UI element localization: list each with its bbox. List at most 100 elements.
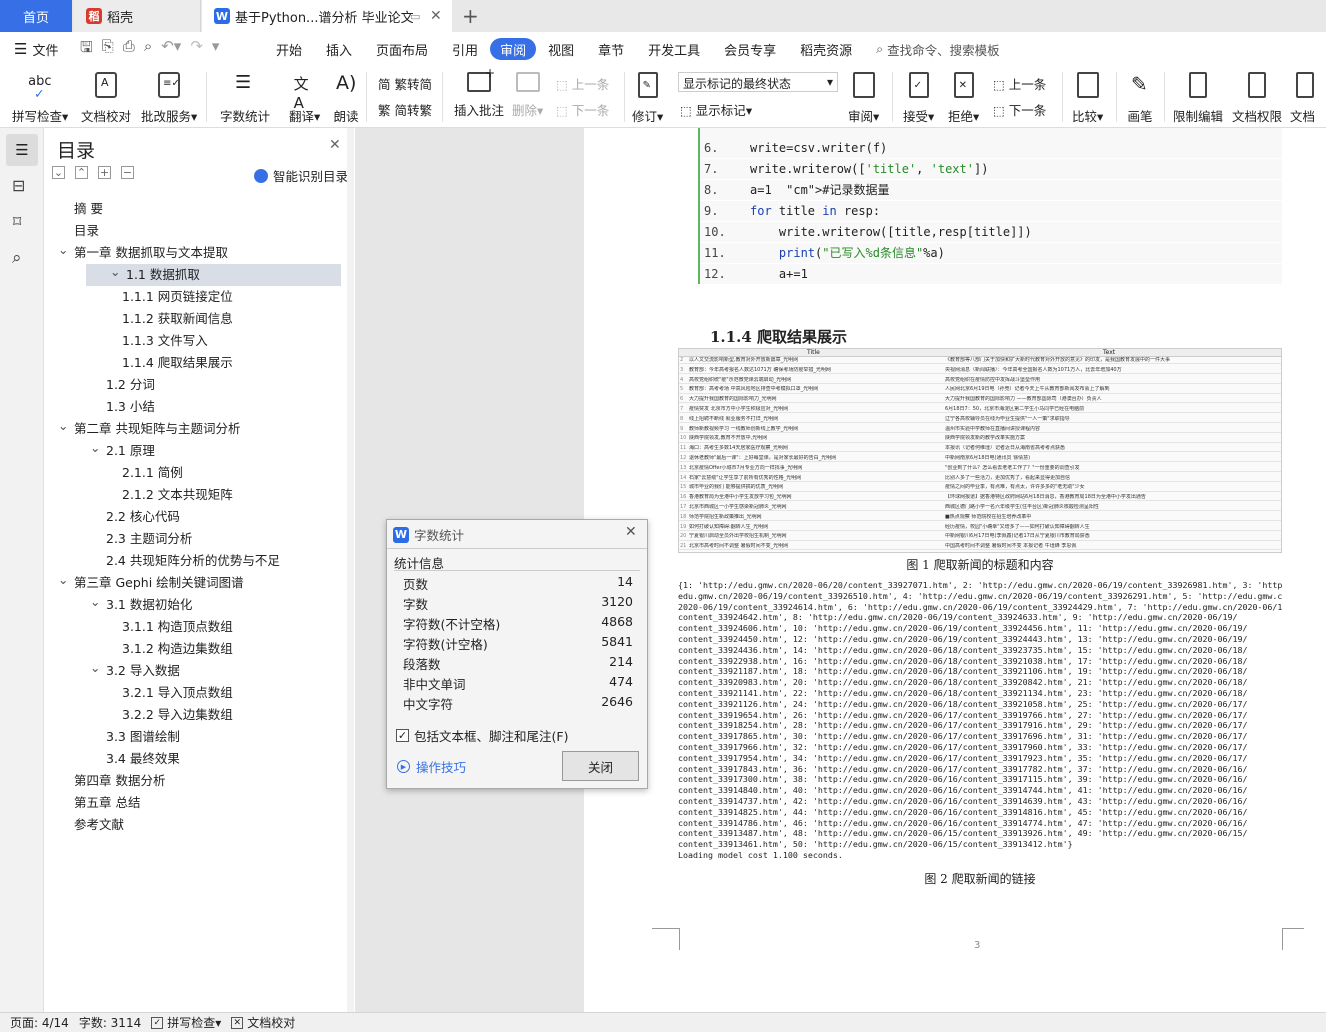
menu-tab[interactable]: 会员专享 — [712, 38, 788, 60]
close-button[interactable]: 关闭 — [562, 751, 639, 781]
toc-item[interactable]: 1.2 分词 — [86, 374, 346, 396]
tab-home[interactable]: 首页 — [0, 0, 72, 32]
redo-icon[interactable]: ↷ — [190, 37, 203, 62]
spell-check-button[interactable]: abc ✓ 拼写检查▾ — [12, 72, 68, 125]
next-comment-button[interactable]: ⬚ 下一条 — [556, 100, 609, 119]
tab-document[interactable]: W 基于Python...谱分析 毕业论文 ▭ ✕ — [202, 0, 452, 32]
add-entry-icon[interactable]: + — [98, 166, 111, 179]
translate-button[interactable]: 文A 翻译▾ — [289, 72, 320, 125]
close-tab-icon[interactable]: ✕ — [430, 8, 442, 24]
toc-item[interactable]: 目录 — [54, 220, 314, 242]
doc-proof-button[interactable]: A 文档校对 — [81, 72, 131, 125]
chevron-down-icon[interactable]: ⌄ — [58, 569, 68, 591]
toc-item[interactable]: 3.1.1 构造顶点数组 — [102, 616, 362, 638]
close-icon[interactable]: ✕ — [329, 137, 341, 153]
tips-link[interactable]: ▶ 操作技巧 — [397, 757, 466, 776]
menu-tab[interactable]: 章节 — [586, 38, 636, 60]
prev-comment-button[interactable]: ⬚ 上一条 — [556, 74, 609, 93]
toc-item[interactable]: ⌄ 3.1 数据初始化 — [86, 594, 346, 616]
bookmark-icon[interactable]: ⌑ — [13, 212, 21, 231]
toc-item[interactable]: 2.4 共现矩阵分析的优势与不足 — [86, 550, 346, 572]
menu-tab[interactable]: 稻壳资源 — [788, 38, 864, 60]
collapse-all-icon[interactable]: ⌄ — [52, 166, 65, 179]
read-aloud-button[interactable]: A) 朗读 — [333, 72, 359, 125]
insert-comment-button[interactable]: + 插入批注 — [454, 66, 504, 119]
file-menu[interactable]: ☰ 文件 — [0, 40, 74, 59]
toc-item[interactable]: ⌄ 第一章 数据抓取与文本提取 — [54, 242, 314, 264]
toc-item[interactable]: 3.1.2 构造边集数组 — [102, 638, 362, 660]
spell-check-status[interactable]: ✓ 拼写检查 ▾ — [151, 1014, 221, 1031]
markup-state-select[interactable]: 显示标记的最终状态 ▾ — [678, 72, 838, 92]
menu-tab[interactable]: 视图 — [536, 38, 586, 60]
batch-service-button[interactable]: ≡✓ 批改服务▾ — [141, 72, 197, 125]
chevron-down-icon[interactable]: ⌄ — [58, 415, 68, 437]
print-icon[interactable]: ⎙ — [123, 37, 135, 62]
new-tab-icon[interactable]: + — [462, 0, 479, 32]
toc-item[interactable]: ⌄ 3.2 导入数据 — [86, 660, 346, 682]
tab-daoke[interactable]: 稻 稻壳 — [74, 0, 201, 32]
toc-item[interactable]: 1.1.3 文件写入 — [102, 330, 362, 352]
command-search[interactable]: ⌕ 查找命令、搜索模板 — [876, 40, 1000, 59]
delete-comment-button[interactable]: 删除▾ — [512, 72, 543, 119]
toc-item[interactable]: 第四章 数据分析 — [54, 770, 314, 792]
toc-item[interactable]: 第五章 总结 — [54, 792, 314, 814]
export-pdf-icon[interactable]: ⎘ — [102, 37, 114, 62]
toc-item[interactable]: 3.2.2 导入边集数组 — [102, 704, 362, 726]
toc-item[interactable]: 2.1.1 简例 — [102, 462, 362, 484]
page-indicator[interactable]: 页面: 4/14 — [10, 1014, 69, 1031]
expand-up-icon[interactable]: ⌃ — [75, 166, 88, 179]
toc-item[interactable]: ⌄ 1.1 数据抓取 — [86, 264, 341, 286]
toc-item[interactable]: 1.1.4 爬取结果展示 — [102, 352, 362, 374]
toc-item[interactable]: 2.3 主题词分析 — [86, 528, 346, 550]
toc-item[interactable]: 1.3 小结 — [86, 396, 346, 418]
accept-button[interactable]: ✓ 接受▾ — [903, 72, 934, 125]
revise-button[interactable]: ✎ 修订▾ — [632, 72, 663, 125]
toc-scrollbar[interactable] — [347, 128, 354, 1012]
toc-item[interactable]: 3.3 图谱绘制 — [86, 726, 346, 748]
chevron-down-icon[interactable]: ⌄ — [90, 437, 100, 459]
chevron-down-icon[interactable]: ⌄ — [58, 239, 68, 261]
print-preview-icon[interactable]: ⌕ — [144, 37, 152, 62]
include-textbox-checkbox[interactable]: ✓ 包括文本框、脚注和尾注(F) — [396, 726, 568, 745]
next-change-button[interactable]: ⬚ 下一条 — [993, 100, 1046, 119]
chevron-down-icon[interactable]: ⌄ — [110, 261, 120, 283]
menu-tab[interactable]: 页面布局 — [364, 38, 440, 60]
undo-icon[interactable]: ↶▾ — [161, 37, 181, 62]
menu-tab[interactable]: 开发工具 — [636, 38, 712, 60]
more-icon[interactable]: ▾ — [212, 37, 220, 62]
chevron-down-icon[interactable]: ⌄ — [90, 591, 100, 613]
smart-toc-button[interactable]: 智能识别目录 — [254, 166, 348, 185]
prev-change-button[interactable]: ⬚ 上一条 — [993, 74, 1046, 93]
find-icon[interactable]: ⌕ — [12, 248, 22, 268]
doc-proof-status[interactable]: ✕ 文档校对 — [231, 1014, 295, 1031]
dialog-close-icon[interactable]: ✕ — [625, 524, 637, 540]
toc-item[interactable]: 2.1.2 文本共现矩阵 — [102, 484, 362, 506]
remove-entry-icon[interactable]: − — [121, 166, 134, 179]
word-count-button[interactable]: ☰ 字数统计 — [220, 72, 270, 125]
toc-item[interactable]: 摘 要 — [54, 198, 314, 220]
trad-to-simp-button[interactable]: 简繁转简 — [378, 74, 432, 93]
menu-tab[interactable]: 开始 — [264, 38, 314, 60]
toc-item[interactable]: 参考文献 — [54, 814, 314, 836]
toc-item[interactable]: ⌄ 2.1 原理 — [86, 440, 346, 462]
toc-item[interactable]: 1.1.1 网页链接定位 — [102, 286, 362, 308]
chevron-down-icon[interactable]: ⌄ — [90, 657, 100, 679]
simp-to-trad-button[interactable]: 繁简转繁 — [378, 100, 432, 119]
menu-tab[interactable]: 审阅 — [490, 38, 537, 60]
pen-button[interactable]: ✎ 画笔 — [1127, 72, 1153, 125]
compare-button[interactable]: 比较▾ — [1072, 72, 1103, 125]
save-icon[interactable]: 🖫 — [80, 37, 93, 62]
show-markup-button[interactable]: ⬚ 显示标记▾ — [680, 100, 752, 119]
menu-tab[interactable]: 插入 — [314, 38, 364, 60]
menu-tab[interactable]: 引用 — [440, 38, 490, 60]
restrict-edit-button[interactable]: 限制编辑 — [1173, 72, 1223, 125]
reject-button[interactable]: ✕ 拒绝▾ — [948, 72, 979, 125]
toc-item[interactable]: 3.4 最终效果 — [86, 748, 346, 770]
float-window-icon[interactable]: ▭ — [410, 10, 420, 23]
word-count-indicator[interactable]: 字数: 3114 — [79, 1014, 141, 1031]
review-pane-button[interactable]: 审阅▾ — [848, 72, 879, 125]
toc-item[interactable]: 1.1.2 获取新闻信息 — [102, 308, 362, 330]
toc-view-icon[interactable]: ☰ — [6, 134, 38, 166]
toc-item[interactable]: 2.2 核心代码 — [86, 506, 346, 528]
chapter-nav-icon[interactable]: ⊟ — [12, 176, 25, 195]
